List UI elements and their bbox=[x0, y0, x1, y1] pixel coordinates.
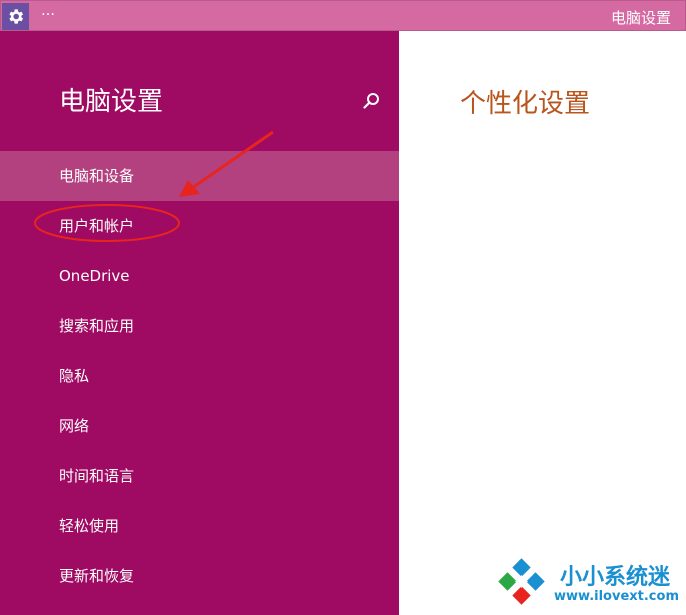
search-button[interactable] bbox=[362, 91, 382, 111]
sidebar-item-privacy[interactable]: 隐私 bbox=[0, 351, 399, 401]
main-pane: 个性化设置 bbox=[399, 31, 686, 615]
sidebar-item-pc-and-devices[interactable]: 电脑和设备 bbox=[0, 151, 399, 201]
sidebar-item-accounts[interactable]: 用户和帐户 bbox=[0, 201, 399, 251]
page-title: 个性化设置 bbox=[460, 89, 591, 119]
more-options-button[interactable]: … bbox=[41, 3, 56, 19]
sidebar-item-ease-of-access[interactable]: 轻松使用 bbox=[0, 501, 399, 551]
watermark-url: www.ilovext.com bbox=[554, 589, 679, 604]
sidebar-item-time-and-language[interactable]: 时间和语言 bbox=[0, 451, 399, 501]
watermark-name: 小小系统迷 bbox=[560, 565, 671, 590]
sidebar-item-network[interactable]: 网络 bbox=[0, 401, 399, 451]
search-icon bbox=[363, 93, 379, 109]
sidebar-title: 电脑设置 bbox=[59, 87, 164, 117]
gear-icon bbox=[9, 9, 24, 24]
watermark: 小小系统迷 www.ilovext.com bbox=[496, 555, 682, 613]
sidebar-item-search-and-apps[interactable]: 搜索和应用 bbox=[0, 301, 399, 351]
sidebar-item-update-and-recovery[interactable]: 更新和恢复 bbox=[0, 551, 399, 601]
title-bar: … 电脑设置 bbox=[0, 0, 686, 31]
sidebar-item-onedrive[interactable]: OneDrive bbox=[0, 251, 399, 301]
logo-icon bbox=[498, 558, 545, 605]
sidebar: 电脑设置 电脑和设备 用户和帐户 OneDrive 搜索和应用 隐私 网络 时间… bbox=[0, 31, 399, 615]
window-title: 电脑设置 bbox=[610, 9, 671, 27]
settings-gear-button[interactable] bbox=[2, 3, 29, 30]
